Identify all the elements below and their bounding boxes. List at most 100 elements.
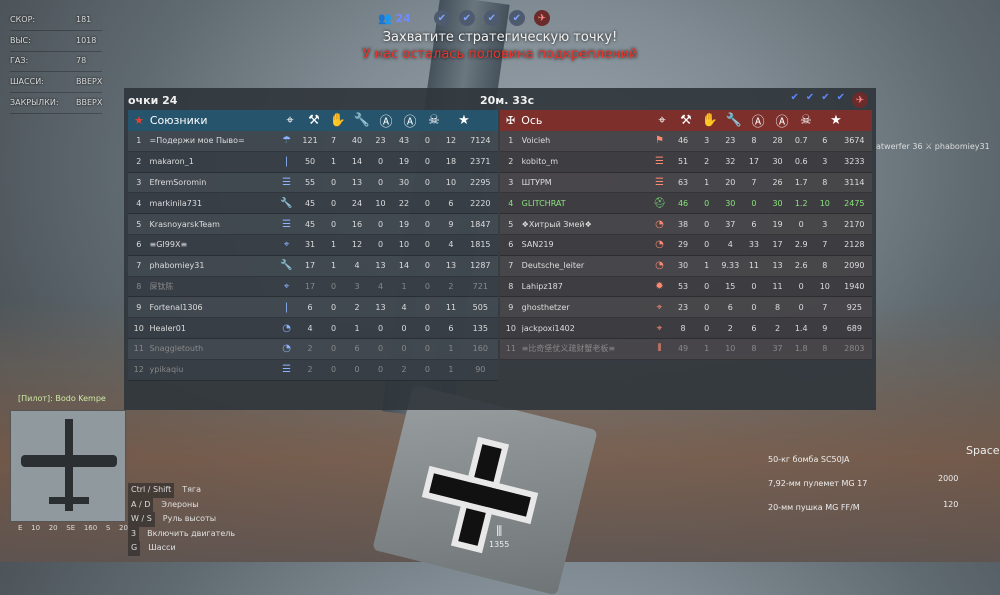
stat-value: 0	[704, 281, 710, 291]
ground-kill-icon: ⚒	[680, 113, 692, 128]
compass-mark: 10	[31, 524, 41, 532]
player-rank: 5	[508, 219, 514, 229]
table-row[interactable]: 9 ghosthetzer ⌖ 23 0 6 0 8 0 7 925	[500, 297, 872, 319]
table-row[interactable]: 5 KrasnoyarskTeam ☰ 45 0 16 0 19 0 9 1847	[128, 214, 498, 235]
player-name: ≡GI99X≡	[149, 240, 188, 250]
table-row[interactable]: 6 SAN219 ◔ 29 0 4 33 17 2.9 7 2128	[500, 234, 872, 256]
stat-value: 4	[377, 281, 384, 291]
stat-value: 4	[448, 240, 454, 250]
table-row[interactable]: 6 ≡GI99X≡ ⌖ 31 1 12 0 10 0 4 1815	[128, 234, 498, 256]
player-name: markinila731	[149, 198, 203, 208]
stat-value: 0	[751, 281, 757, 291]
table-row[interactable]: 5 ❖Хитрый Змей❖ ◔ 38 0 37 6 19 0 3 2170	[500, 214, 872, 235]
stat-value: 0.6	[794, 157, 808, 167]
table-row[interactable]: 11 ≡比奇堡仗义疏财蟹老板≡ ⦀ 49 1 10 8 37 1.8 8 2803	[500, 338, 872, 360]
stat-value: 1	[704, 261, 710, 271]
stat-value: 6	[727, 302, 733, 312]
hud-row: СКОР: 181	[10, 10, 103, 31]
objective-bar: 👥 24 ✔ ✔ ✔ ✔ ✈	[378, 10, 550, 26]
stat-value: 0	[424, 344, 431, 354]
stat-value: 10	[445, 177, 457, 187]
table-row[interactable]: 7 phabomiey31 🔧 17 1 4 13 14 0 13 1287	[128, 255, 498, 277]
stat-value: 0	[377, 157, 384, 167]
stat-value: 1	[330, 261, 337, 271]
stat-value: 2	[354, 302, 360, 312]
compass-mark: 160	[83, 524, 98, 532]
stat-value: 1	[448, 344, 454, 354]
stat-value: 10	[725, 344, 736, 354]
table-row[interactable]: 8 屎钛陈 ⌖ 17 0 3 4 1 0 2 721	[128, 276, 498, 298]
player-rank: 10	[133, 323, 144, 333]
gauge-icon: ◔	[282, 343, 291, 355]
player-name: SAN219	[521, 240, 554, 250]
player-name: 屎钛陈	[149, 281, 174, 291]
table-row[interactable]: 7 Deutsche_leiter ◔ 30 1 9.33 11 13 2.6 8 2090	[500, 255, 872, 277]
check-icon: ✔	[805, 92, 815, 103]
stat-value: 2	[448, 281, 454, 291]
table-row[interactable]: 4 markinila731 🔧 45 0 24 10 22 0 6 2220	[128, 193, 498, 215]
stat-value: 2128	[844, 240, 865, 250]
stat-value: 925	[846, 302, 862, 312]
table-row[interactable]: 10 Healer01 ◔ 4 0 1 0 0 0 6 135	[128, 318, 498, 339]
list-icon: ☰	[282, 218, 292, 230]
stat-value: 0	[424, 302, 431, 312]
stat-value: 0	[751, 198, 757, 208]
table-row[interactable]: 11 Snaggletouth ◔ 2 0 6 0 0 0 1 160	[128, 338, 498, 360]
stat-value: 8	[680, 323, 686, 333]
weapon-list: 50-кг бомба SC50JA 7,92-мм пулемет MG 17 2…	[768, 448, 867, 520]
capture-point-icon: ✔	[458, 10, 475, 26]
stat-value: 0	[704, 219, 710, 229]
stat-value: 6	[448, 323, 454, 333]
player-rank: 11	[505, 344, 516, 354]
stat-value: 4	[354, 261, 360, 271]
stat-value: 19	[398, 219, 410, 229]
stat-value: 0	[424, 136, 431, 146]
aircraft-view-minimap	[10, 410, 126, 522]
stat-value: 51	[677, 157, 689, 167]
gauge-icon: ◔	[282, 322, 291, 334]
table-row[interactable]: 12 ypikaqiu ☰ 2 0 0 0 2 0 1 90	[128, 359, 498, 381]
player-rank: 10	[505, 323, 516, 333]
stat-value: 26	[772, 177, 783, 187]
table-row[interactable]: 1 Voicieh ⚑ 46 3 23 8 28 0.7 6 3674	[500, 131, 872, 152]
control-hint: 3 Включить двигатель	[128, 526, 236, 541]
table-row[interactable]: 4 GLITCHRAT ⛑ 46 0 30 0 30 1.2 10 2475	[500, 193, 872, 215]
stat-value: 6	[751, 323, 757, 333]
action-label: Тяга	[182, 485, 202, 494]
stat-value: 0	[704, 323, 710, 333]
helmet-icon: ⛑	[653, 197, 666, 209]
stat-value: 0	[377, 365, 384, 375]
table-row[interactable]: 3 ШТУРМ ☰ 63 1 20 7 26 1.7 8 3114	[500, 172, 872, 194]
table-row[interactable]: 8 Lahipz187 ✹ 53 0 15 0 11 0 10 1940	[500, 276, 872, 298]
stat-value: 689	[846, 323, 862, 333]
stat-value: 0	[377, 344, 384, 354]
table-row[interactable]: 9 Fortenal1306 ❘ 6 0 2 13 4 0 11 505	[128, 297, 498, 319]
wrench-icon: 🔧	[280, 197, 293, 209]
table-row[interactable]: 2 makaron_1 ❘ 50 1 14 0 19 0 18 2371	[128, 151, 498, 173]
compass-mark: 20	[119, 524, 128, 532]
stat-value: 1815	[470, 240, 491, 250]
allies-rows: 1 =Подержи мое Пыво= ☂ 121 7 40 23 43 0 12 7124 2 ma…	[128, 131, 498, 397]
table-row[interactable]: 2 kobito_m ☰ 51 2 32 17 30 0.6 3 3233	[500, 151, 872, 173]
action-label: Включить двигатель	[147, 528, 236, 538]
stat-value: 0	[424, 219, 431, 229]
stat-value: 50	[304, 157, 316, 167]
table-row[interactable]: 1 =Подержи мое Пыво= ☂ 121 7 40 23 43 0 12 7124	[128, 131, 498, 152]
stat-value: 23	[375, 136, 386, 146]
stat-value: 53	[677, 281, 689, 291]
hud-row: ШАССИ: ВВЕРХ	[10, 72, 103, 94]
stat-value: 1	[401, 281, 407, 291]
player-name: Deutsche_leiter	[521, 261, 585, 271]
space-key-hint[interactable]: Space	[966, 444, 1000, 457]
stat-value: 30	[772, 198, 783, 208]
stat-value: 2	[307, 344, 313, 354]
stat-value: 3	[822, 219, 828, 229]
deaths-skull-icon: ☠	[800, 113, 812, 128]
stat-value: 22	[398, 198, 410, 208]
stat-value: 0	[330, 302, 337, 312]
table-row[interactable]: 10 jackpoxi1402 ⌖ 8 0 2 6 2 1.4 9 689	[500, 318, 872, 339]
hud-label: ЗАКРЫЛКИ:	[10, 98, 59, 108]
match-timer: 20м. 33с	[480, 94, 535, 107]
stat-value: 1.2	[794, 198, 808, 208]
table-row[interactable]: 3 EfremSoromin ☰ 55 0 13 0 30 0 10 2295	[128, 172, 498, 194]
